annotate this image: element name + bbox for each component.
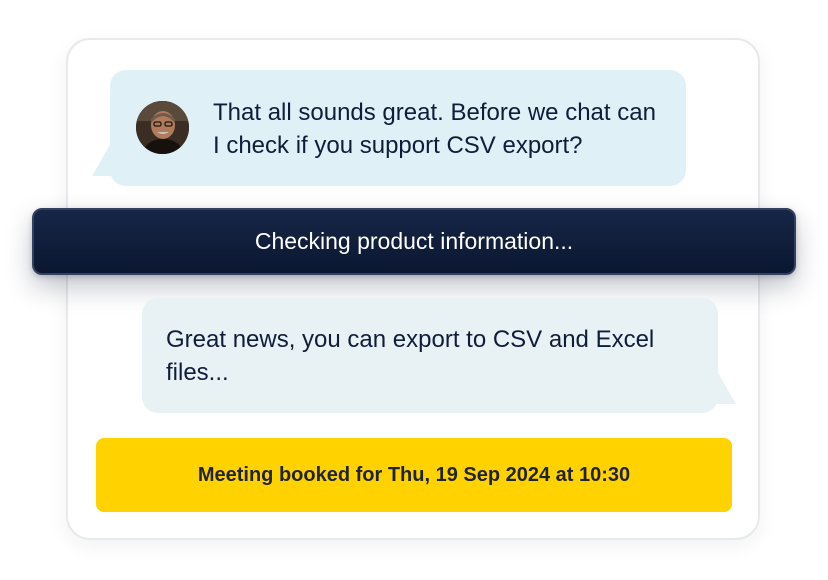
user-message-text: That all sounds great. Before we chat ca… (213, 99, 656, 159)
assistant-message-bubble: Great news, you can export to CSV and Ex… (142, 298, 718, 413)
user-avatar (136, 101, 189, 154)
booking-confirmation-text: Meeting booked for Thu, 19 Sep 2024 at 1… (197, 464, 631, 486)
user-message-bubble: That all sounds great. Before we chat ca… (110, 70, 686, 186)
person-photo-avatar-icon (136, 101, 189, 154)
status-text: Checking product information... (254, 228, 574, 254)
assistant-message-text: Great news, you can export to CSV and Ex… (166, 326, 655, 386)
booking-confirmation-banner: Meeting booked for Thu, 19 Sep 2024 at 1… (96, 438, 732, 512)
status-indicator: Checking product information... (32, 208, 796, 275)
